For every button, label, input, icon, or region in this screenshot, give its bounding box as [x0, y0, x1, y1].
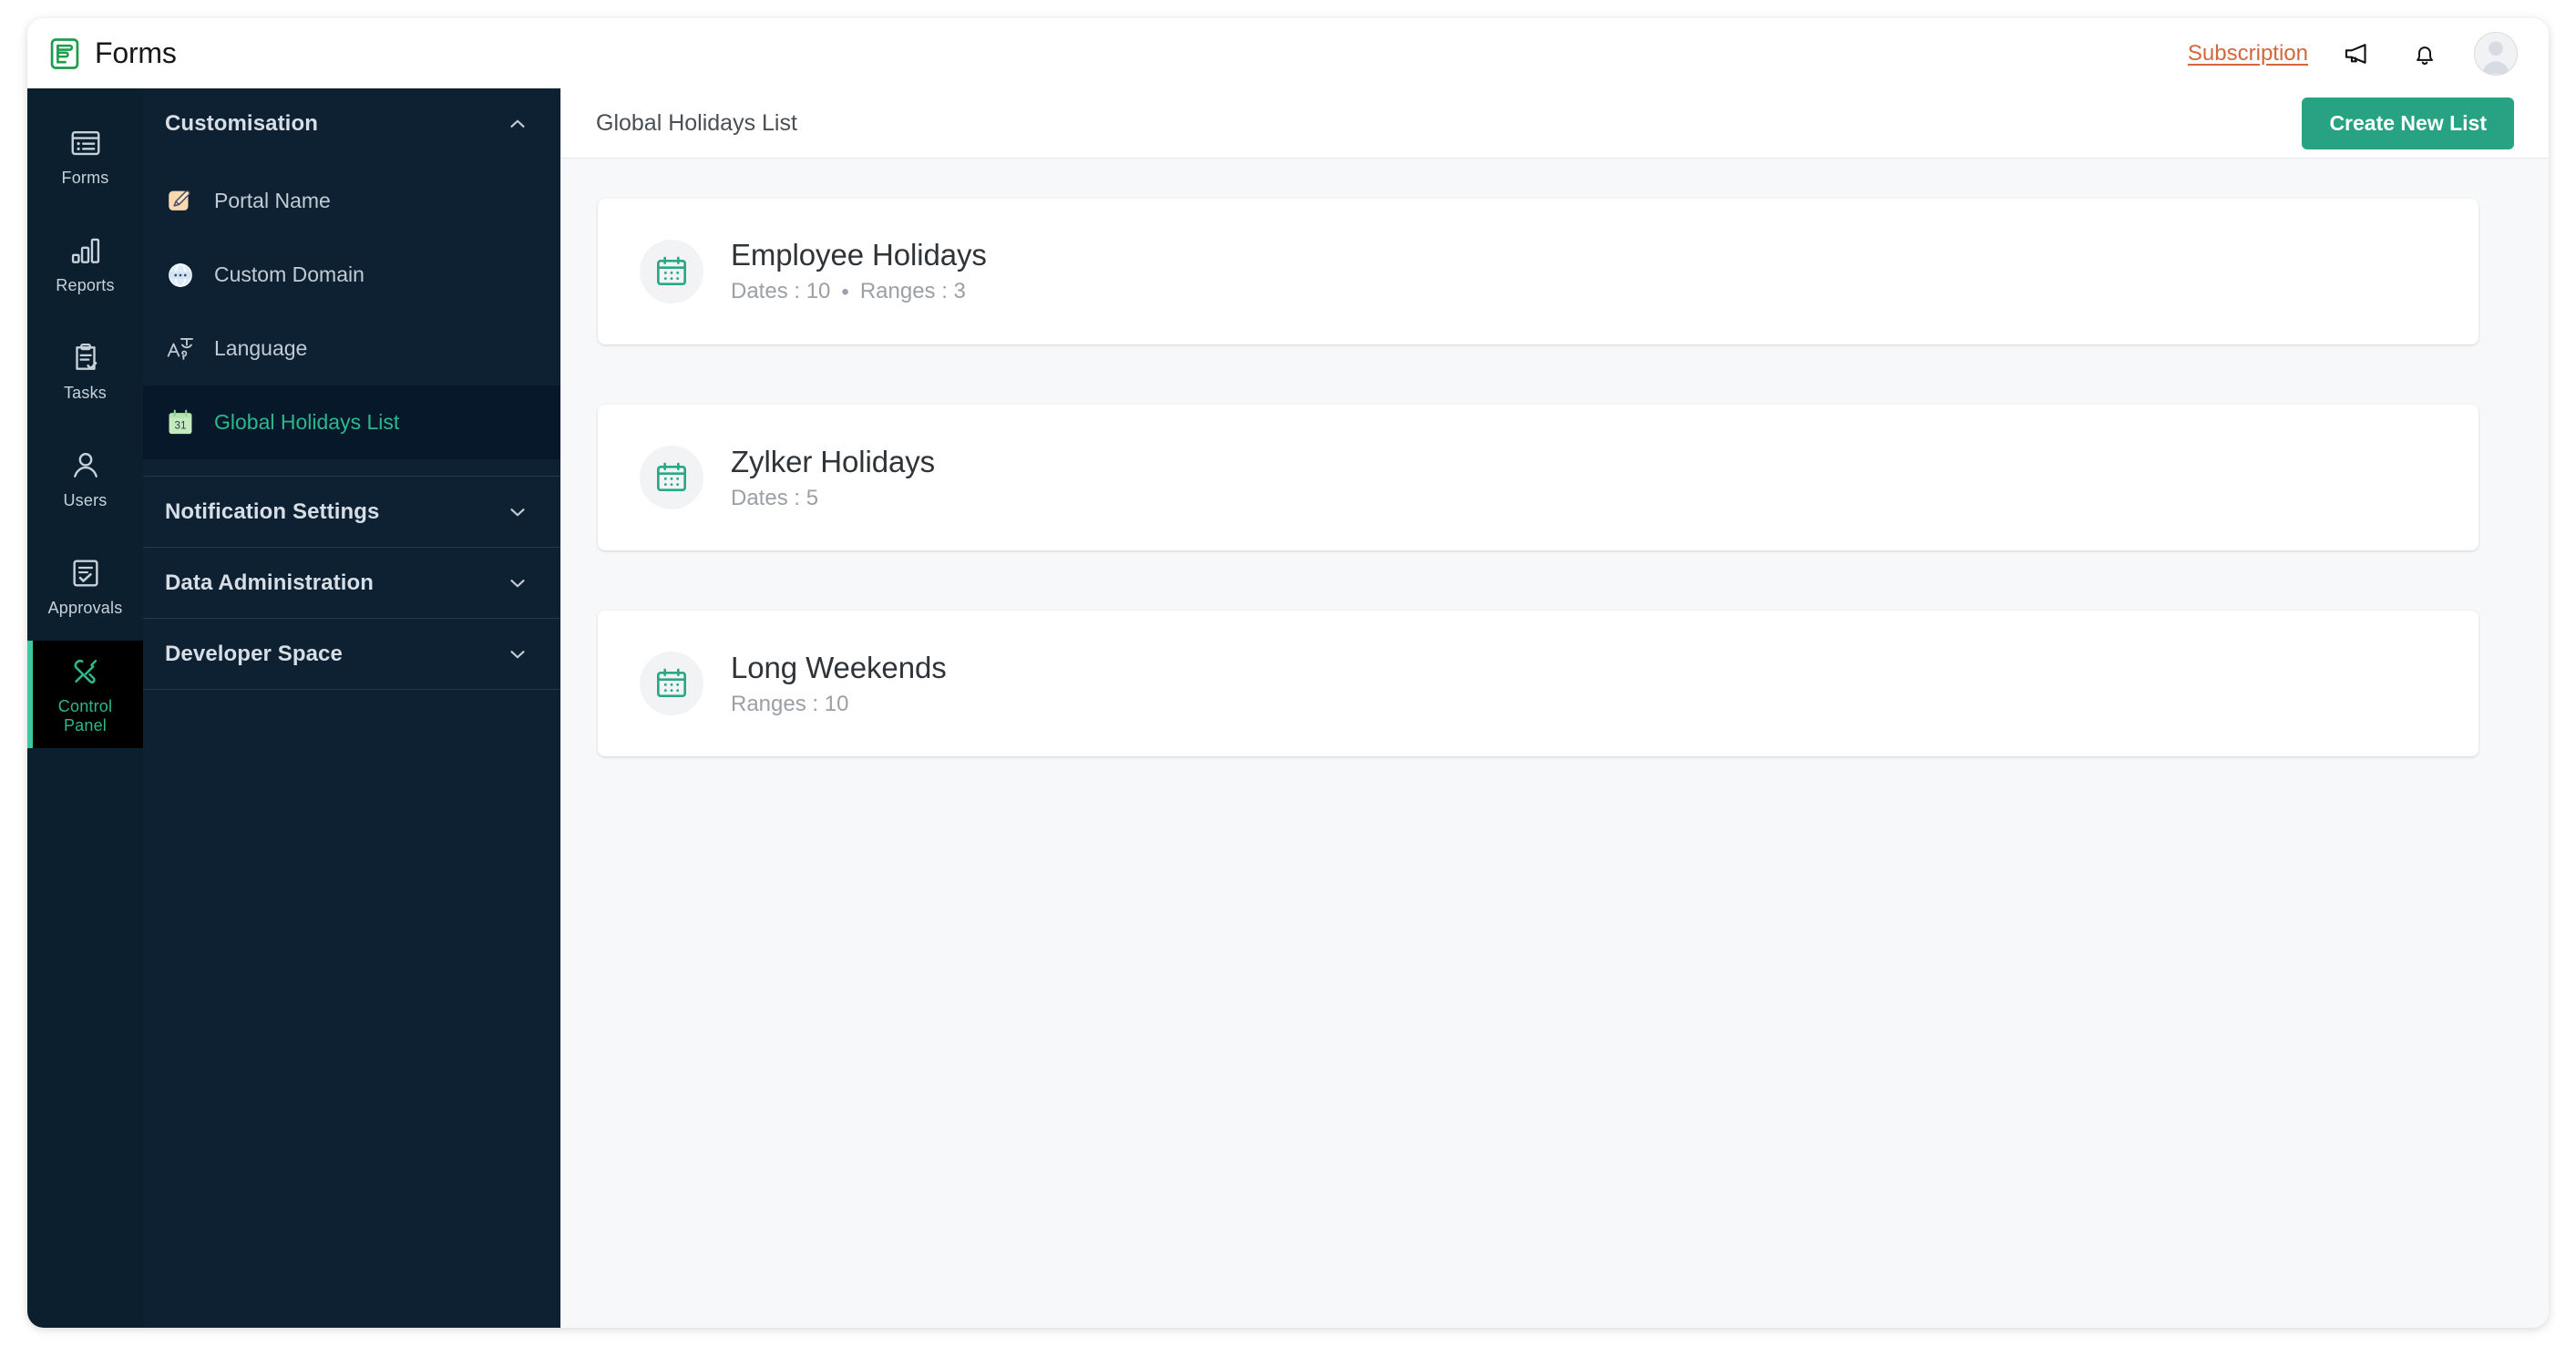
list-title: Long Weekends	[731, 650, 947, 684]
approvals-document-check-icon	[72, 560, 98, 587]
calendar-icon	[640, 240, 703, 303]
portal-name-edit-icon	[169, 190, 190, 211]
subnav-section-header[interactable]: Notification Settings	[143, 477, 560, 547]
forms-logo-icon	[50, 37, 79, 69]
meta-separator-icon: •	[841, 279, 849, 304]
brand-name: Forms	[95, 36, 177, 69]
chevron-up-icon[interactable]	[506, 112, 529, 136]
language-translate-icon	[167, 337, 193, 360]
svg-text:31: 31	[175, 419, 187, 431]
subnav-section-data-administration: Data Administration	[143, 548, 560, 619]
create-new-list-button[interactable]: Create New List	[2302, 97, 2514, 149]
rail-item-label: Approvals	[47, 599, 123, 617]
subnav-section-header[interactable]: Developer Space	[143, 619, 560, 689]
rail-item-users[interactable]: Users	[27, 426, 143, 533]
subnav-item-label: Portal Name	[214, 189, 331, 212]
subnav-section-title: Customisation	[165, 110, 318, 136]
subnav-item-language[interactable]: Language	[143, 312, 560, 385]
bell-icon[interactable]	[2407, 36, 2443, 72]
secondary-nav: Customisation Portal Name Custom Domain …	[143, 88, 561, 1328]
main-content: Global Holidays List Create New List Emp…	[561, 88, 2549, 1328]
control-panel-tools-icon	[74, 659, 97, 683]
list-meta-dates: Dates : 5	[731, 485, 819, 510]
rail-item-label: Users	[63, 491, 108, 509]
rail-item-tasks[interactable]: Tasks	[27, 318, 143, 426]
custom-domain-globe-icon	[169, 262, 192, 287]
megaphone-icon[interactable]	[2339, 36, 2376, 72]
chevron-down-icon[interactable]	[506, 642, 529, 666]
chevron-down-icon[interactable]	[506, 500, 529, 524]
subnav-section-header[interactable]: Customisation	[143, 88, 560, 159]
calendar-icon	[640, 446, 703, 509]
top-bar: Forms Subscription	[27, 18, 2549, 88]
list-meta: Ranges : 10	[731, 692, 947, 717]
subnav-section-notification-settings: Notification Settings	[143, 477, 560, 548]
rail-item-approvals[interactable]: Approvals	[27, 533, 143, 641]
subnav-section-title: Notification Settings	[165, 498, 380, 524]
subnav-item-label: Global Holidays List	[214, 410, 400, 434]
subnav-items: Portal Name Custom Domain Language 31 Gl…	[143, 159, 560, 476]
subscription-link[interactable]: Subscription	[2188, 41, 2308, 67]
rail-item-label: Forms	[61, 169, 109, 187]
subnav-section-header[interactable]: Data Administration	[143, 548, 560, 618]
subnav-filler	[143, 690, 560, 1328]
card-text: Zylker Holidays Dates : 5	[731, 445, 935, 511]
subnav-item-label: Language	[214, 336, 308, 360]
body-region: Forms Reports Tasks Users Approvals Cont…	[27, 88, 2549, 1328]
rail-item-label: Tasks	[63, 384, 107, 402]
list-meta-ranges: Ranges : 10	[731, 691, 849, 716]
subnav-section-title: Data Administration	[165, 570, 375, 595]
avatar[interactable]	[2474, 31, 2518, 76]
tasks-clipboard-check-icon	[75, 344, 97, 370]
page-title: Global Holidays List	[596, 109, 797, 136]
subnav-item-global-holidays-list[interactable]: 31 Global Holidays List	[143, 385, 560, 459]
content-scroll-area[interactable]: Employee Holidays Dates : 10 • Ranges : 3	[561, 159, 2549, 1328]
subnav-section-developer-space: Developer Space	[143, 619, 560, 690]
primary-rail: Forms Reports Tasks Users Approvals Cont…	[27, 88, 143, 1328]
main-header: Global Holidays List Create New List	[561, 88, 2549, 159]
rail-item-control-panel[interactable]: Control Panel	[27, 641, 143, 748]
forms-icon	[71, 130, 99, 156]
rail-item-reports[interactable]: Reports	[27, 211, 143, 318]
calendar-31-icon: 31	[169, 409, 192, 434]
list-title: Zylker Holidays	[731, 444, 936, 478]
holiday-list-cards: Employee Holidays Dates : 10 • Ranges : 3	[561, 199, 2549, 756]
chevron-down-icon[interactable]	[506, 571, 529, 595]
calendar-icon	[640, 652, 703, 715]
list-item[interactable]: Zylker Holidays Dates : 5	[598, 405, 2479, 550]
brand[interactable]: Forms	[47, 36, 177, 71]
list-meta: Dates : 10 • Ranges : 3	[731, 279, 987, 305]
card-text: Employee Holidays Dates : 10 • Ranges : 3	[731, 238, 987, 305]
subnav-section-customisation: Customisation Portal Name Custom Domain …	[143, 88, 560, 477]
list-item[interactable]: Long Weekends Ranges : 10	[598, 611, 2479, 756]
subnav-item-label: Custom Domain	[214, 262, 364, 286]
subnav-item-custom-domain[interactable]: Custom Domain	[143, 238, 560, 312]
rail-item-label: Reports	[56, 276, 115, 294]
subnav-section-title: Developer Space	[165, 641, 343, 666]
rail-item-label: Control Panel	[57, 696, 113, 734]
app-window: Forms Subscription Forms Reports Tasks U…	[27, 18, 2549, 1328]
list-meta: Dates : 5	[731, 486, 935, 511]
list-meta-ranges: Ranges : 3	[859, 279, 966, 304]
list-item[interactable]: Employee Holidays Dates : 10 • Ranges : 3	[598, 199, 2479, 344]
reports-bar-chart-icon	[71, 238, 99, 263]
card-text: Long Weekends Ranges : 10	[731, 651, 947, 717]
rail-item-forms[interactable]: Forms	[27, 103, 143, 211]
list-title: Employee Holidays	[731, 238, 987, 272]
topbar-actions: Subscription	[2188, 31, 2518, 76]
subnav-item-portal-name[interactable]: Portal Name	[143, 164, 560, 238]
list-meta-dates: Dates : 10	[731, 279, 831, 304]
users-person-icon	[73, 452, 97, 478]
